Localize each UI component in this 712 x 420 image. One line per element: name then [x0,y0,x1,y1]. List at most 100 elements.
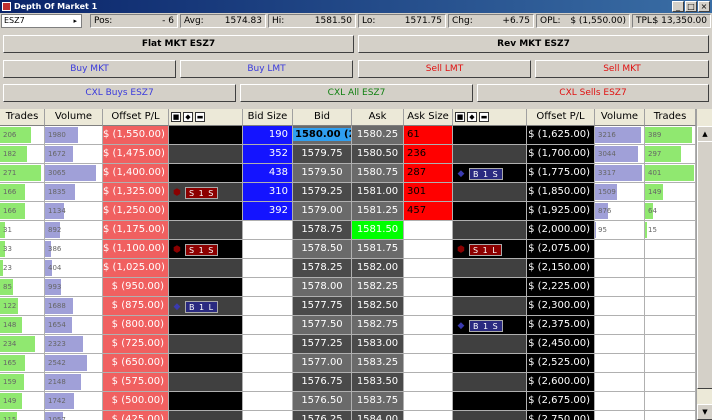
header-offset-pl-right[interactable]: Offset P/L [527,109,595,126]
cell-volume-right[interactable]: 3044 [595,145,645,164]
cell-volume-left[interactable]: 1057 [45,411,103,420]
cell-offset-pl-right[interactable]: $ (1,625.00) [527,126,595,145]
cell-bid-size[interactable] [243,297,293,316]
cell-sell-orders[interactable]: ◆ B 1 S [453,316,527,335]
cell-offset-pl-left[interactable]: $ (800.00) [103,316,169,335]
cell-bid-size[interactable] [243,354,293,373]
cell-bid[interactable]: 1577.75 [293,297,352,316]
cell-offset-pl-right[interactable]: $ (1,775.00) [527,164,595,183]
cell-volume-right[interactable] [595,297,645,316]
cell-ask[interactable]: 1582.75 [352,316,404,335]
cell-volume-left[interactable]: 993 [45,278,103,297]
cell-bid-size[interactable] [243,335,293,354]
cell-offset-pl-left[interactable]: $ (950.00) [103,278,169,297]
rev-mkt-button[interactable]: Rev MKT ESZ7 [358,35,709,53]
cell-bid-size[interactable]: 438 [243,164,293,183]
cell-volume-right[interactable] [595,259,645,278]
cell-trades-left[interactable]: 33 [0,240,45,259]
cell-volume-right[interactable] [595,392,645,411]
cell-buy-orders[interactable]: ⬢ S 1 S [169,183,243,202]
cell-ask-size[interactable] [404,392,453,411]
scroll-down-icon[interactable]: ▼ [697,404,712,420]
cell-volume-right[interactable] [595,411,645,420]
cell-ask[interactable]: 1582.00 [352,259,404,278]
symbol-input[interactable]: ESZ7 ▸ [1,14,82,28]
cell-bid-size[interactable]: 190 [243,126,293,145]
cell-trades-right[interactable] [645,392,696,411]
cell-offset-pl-right[interactable]: $ (2,675.00) [527,392,595,411]
cell-offset-pl-left[interactable]: $ (1,550.00) [103,126,169,145]
cell-volume-right[interactable] [595,278,645,297]
cell-bid-size[interactable] [243,373,293,392]
cell-bid[interactable]: 1578.50 [293,240,352,259]
cell-bid[interactable]: 1578.00 [293,278,352,297]
cell-ask[interactable]: 1583.25 [352,354,404,373]
cell-bid-size[interactable]: 352 [243,145,293,164]
cell-trades-left[interactable]: 182 [0,145,45,164]
cell-bid-size[interactable] [243,411,293,420]
cell-ask[interactable]: 1580.25 [352,126,404,145]
cell-trades-right[interactable]: 389 [645,126,696,145]
cell-buy-orders[interactable]: ⬢ S 1 S [169,240,243,259]
cell-bid[interactable]: 1577.25 [293,335,352,354]
cell-trades-left[interactable]: 166 [0,202,45,221]
cell-bid-size[interactable] [243,278,293,297]
buy-working-order[interactable]: ⬢ S 1 S [171,243,219,256]
cell-ask-size[interactable]: 236 [404,145,453,164]
cell-trades-right[interactable] [645,278,696,297]
cell-volume-right[interactable]: 3317 [595,164,645,183]
cell-bid[interactable]: 1579.75 [293,145,352,164]
cell-buy-orders[interactable] [169,335,243,354]
cell-volume-right[interactable] [595,316,645,335]
cell-buy-orders[interactable] [169,202,243,221]
cell-volume-left[interactable]: 2148 [45,373,103,392]
cell-volume-right[interactable]: 95 [595,221,645,240]
cell-trades-left[interactable]: 23 [0,259,45,278]
cell-volume-right[interactable] [595,335,645,354]
cell-trades-left[interactable]: 149 [0,392,45,411]
cell-trades-right[interactable] [645,411,696,420]
cell-sell-orders[interactable] [453,183,527,202]
cell-bid-size[interactable] [243,316,293,335]
cell-offset-pl-right[interactable]: $ (2,450.00) [527,335,595,354]
cell-trades-left[interactable]: 148 [0,316,45,335]
cell-volume-left[interactable]: 1688 [45,297,103,316]
cell-volume-right[interactable] [595,354,645,373]
cell-ask-size[interactable] [404,221,453,240]
cell-offset-pl-left[interactable]: $ (500.00) [103,392,169,411]
sell-lmt-button[interactable]: Sell LMT [358,60,531,78]
cell-offset-pl-left[interactable]: $ (1,325.00) [103,183,169,202]
cell-offset-pl-right[interactable]: $ (1,850.00) [527,183,595,202]
cell-trades-right[interactable] [645,335,696,354]
cell-buy-orders[interactable] [169,145,243,164]
cell-offset-pl-right[interactable]: $ (2,600.00) [527,373,595,392]
cell-ask[interactable]: 1582.50 [352,297,404,316]
cell-trades-right[interactable]: 64 [645,202,696,221]
cell-buy-orders[interactable] [169,126,243,145]
cell-ask-size[interactable]: 457 [404,202,453,221]
cell-trades-left[interactable]: 166 [0,183,45,202]
cell-trades-right[interactable]: 149 [645,183,696,202]
cell-buy-orders[interactable] [169,373,243,392]
cell-offset-pl-right[interactable]: $ (2,225.00) [527,278,595,297]
cell-volume-left[interactable]: 2542 [45,354,103,373]
cell-volume-left[interactable]: 1742 [45,392,103,411]
buy-mkt-button[interactable]: Buy MKT [3,60,176,78]
cell-offset-pl-right[interactable]: $ (2,000.00) [527,221,595,240]
cell-ask[interactable]: 1581.00 [352,183,404,202]
cell-offset-pl-left[interactable]: $ (875.00) [103,297,169,316]
cell-buy-orders[interactable] [169,259,243,278]
cell-ask-size[interactable] [404,373,453,392]
cell-offset-pl-left[interactable]: $ (1,025.00) [103,259,169,278]
cell-trades-left[interactable]: 234 [0,335,45,354]
cell-offset-pl-left[interactable]: $ (1,475.00) [103,145,169,164]
header-trades-left[interactable]: Trades [0,109,45,126]
cell-sell-orders[interactable] [453,335,527,354]
cell-trades-left[interactable]: 122 [0,297,45,316]
cell-trades-right[interactable] [645,297,696,316]
cell-sell-orders[interactable] [453,259,527,278]
cell-sell-orders[interactable] [453,411,527,420]
cell-sell-orders[interactable] [453,145,527,164]
vertical-scrollbar[interactable]: ▲ ▼ [696,109,712,420]
cell-bid-size[interactable]: 310 [243,183,293,202]
